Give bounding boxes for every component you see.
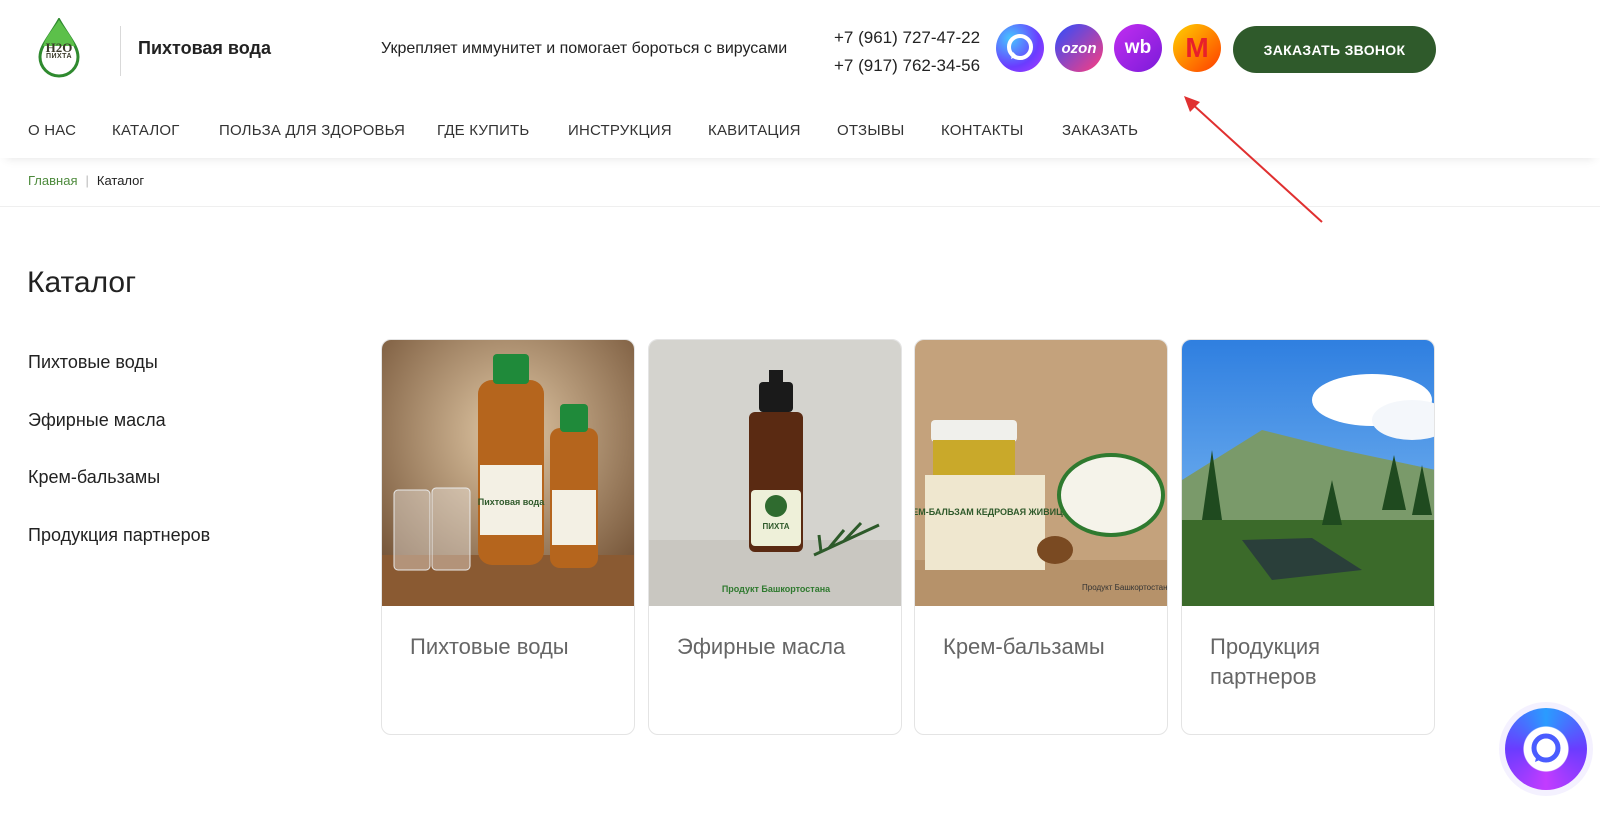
card-title[interactable]: Пихтовые воды: [410, 632, 620, 662]
nav-item-reviews[interactable]: ОТЗЫВЫ: [837, 122, 904, 139]
balms-image: КРЕМ-БАЛЬЗАМ КЕДРОВАЯ ЖИВИЦА Продукт Баш…: [915, 340, 1168, 606]
main-nav: О НАС КАТАЛОГ ПОЛЬЗА ДЛЯ ЗДОРОВЬЯ ГДЕ КУ…: [0, 112, 1600, 158]
tagline: Укрепляет иммунитет и помогает бороться …: [381, 40, 788, 57]
nav-item-cavitation[interactable]: КАВИТАЦИЯ: [708, 122, 801, 139]
logo-divider: [120, 26, 121, 76]
header: H2O ПИХТА Пихтовая вода Укрепляет иммуни…: [0, 0, 1600, 100]
breadcrumb-current: Каталог: [96, 173, 145, 188]
chat-bubble-icon: [1531, 733, 1561, 763]
logo-text: H2O ПИХТА: [36, 41, 82, 61]
breadcrumb-separator: |: [85, 173, 89, 188]
order-call-button[interactable]: ЗАКАЗАТЬ ЗВОНОК: [1233, 26, 1436, 73]
max-chat-glyph: [1007, 34, 1033, 60]
nav-item-about[interactable]: О НАС: [28, 122, 76, 139]
ozon-icon[interactable]: ozon: [1055, 24, 1103, 72]
breadcrumb: Главная | Каталог: [28, 173, 144, 188]
breadcrumb-home[interactable]: Главная: [28, 173, 77, 188]
phone-list: +7 (961) 727-47-22 +7 (917) 762-34-56: [834, 24, 980, 80]
balm-image-caption: Продукт Башкортостана: [1082, 583, 1168, 592]
breadcrumb-divider: [0, 206, 1600, 207]
nav-item-health[interactable]: ПОЛЬЗА ДЛЯ ЗДОРОВЬЯ: [219, 122, 405, 139]
sidebar-item-balms[interactable]: Крем-бальзамы: [28, 467, 210, 525]
essential-oils-image: ПИХТА Продукт Башкортостана: [649, 340, 901, 606]
fir-water-bottle-label: Пихтовая вода: [478, 497, 545, 507]
nav-item-order[interactable]: ЗАКАЗАТЬ: [1062, 122, 1138, 139]
nav-item-contacts[interactable]: КОНТАКТЫ: [941, 122, 1024, 139]
card-title[interactable]: Эфирные масла: [677, 632, 887, 662]
sidebar-item-essential-oils[interactable]: Эфирные масла: [28, 410, 210, 468]
oil-bottle-label: ПИХТА: [763, 522, 790, 531]
logo-subtitle: ПИХТА: [45, 53, 73, 60]
sidebar-item-fir-water[interactable]: Пихтовые воды: [28, 352, 210, 410]
nav-item-instructions[interactable]: ИНСТРУКЦИЯ: [568, 122, 672, 139]
max-icon[interactable]: [996, 24, 1044, 72]
page-title: Каталог: [27, 266, 137, 299]
sidebar-item-partners[interactable]: Продукция партнеров: [28, 525, 210, 583]
logo[interactable]: H2O ПИХТА: [36, 18, 82, 78]
phone-link[interactable]: +7 (917) 762-34-56: [834, 52, 980, 80]
catalog-card-essential-oils[interactable]: ПИХТА Продукт Башкортостана Эфирные масл…: [648, 339, 902, 735]
phone-link[interactable]: +7 (961) 727-47-22: [834, 24, 980, 52]
catalog-card-partners[interactable]: Продукция партнеров: [1181, 339, 1435, 735]
catalog-card-balms[interactable]: КРЕМ-БАЛЬЗАМ КЕДРОВАЯ ЖИВИЦА Продукт Баш…: [914, 339, 1168, 735]
nav-item-catalog[interactable]: КАТАЛОГ: [112, 122, 180, 139]
fir-water-image: Пихтовая вода: [382, 340, 634, 606]
card-title[interactable]: Продукция партнеров: [1210, 632, 1420, 692]
nav-item-where-to-buy[interactable]: ГДЕ КУПИТЬ: [437, 122, 529, 139]
oil-image-caption: Продукт Башкортостана: [722, 584, 831, 594]
yandex-market-icon[interactable]: M: [1173, 24, 1221, 72]
card-title[interactable]: Крем-бальзамы: [943, 632, 1153, 662]
catalog-card-fir-water[interactable]: Пихтовая вода Пихтовые воды: [381, 339, 635, 735]
balm-box-label: КРЕМ-БАЛЬЗАМ КЕДРОВАЯ ЖИВИЦА: [915, 507, 1070, 517]
annotation-arrow-icon: [1184, 96, 1323, 223]
catalog-sidebar: Пихтовые воды Эфирные масла Крем-бальзам…: [28, 352, 210, 582]
wildberries-icon[interactable]: wb: [1114, 24, 1162, 72]
ozon-logo-text: ozon: [1061, 39, 1097, 57]
yandex-market-logo-text: M: [1185, 32, 1209, 63]
site-name[interactable]: Пихтовая вода: [138, 38, 271, 59]
wildberries-logo-text: wb: [1124, 37, 1152, 58]
partners-landscape-image: [1182, 340, 1434, 606]
chat-widget-button[interactable]: [1505, 708, 1587, 790]
